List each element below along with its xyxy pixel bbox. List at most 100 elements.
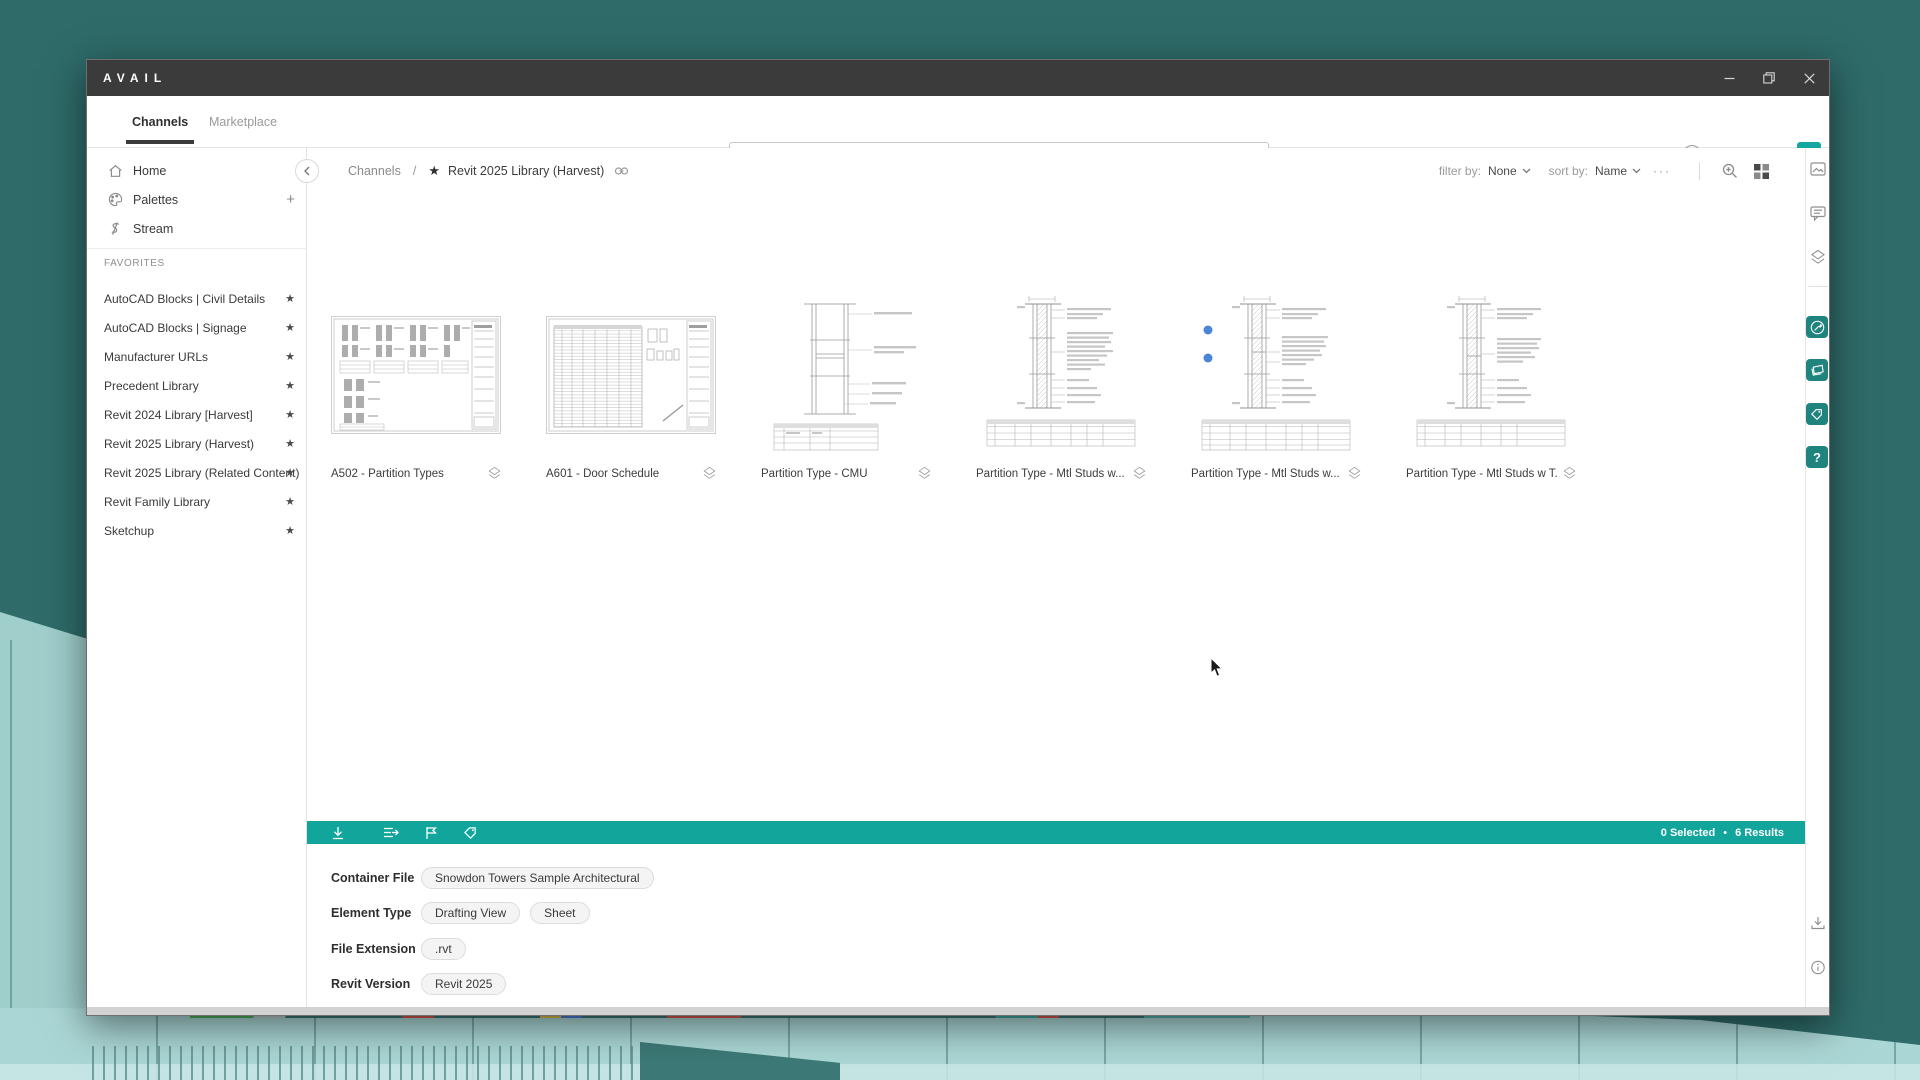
metadata-chip[interactable]: Sheet [530,902,589,924]
star-icon[interactable]: ★ [285,495,295,508]
export-list-button[interactable] [383,826,399,839]
favorite-item[interactable]: Manufacturer URLs ★ [87,342,307,371]
tag-button[interactable] [463,826,478,840]
sidebar: Home Palettes + Stream FAVORITES AutoC [87,148,307,1007]
sidebar-item-label: Home [133,164,166,178]
grid-view-icon [1754,164,1769,179]
stack-icon[interactable] [488,466,501,480]
grid-view-button[interactable] [1754,164,1769,179]
favorite-label: AutoCAD Blocks | Civil Details [104,292,265,306]
asset-card[interactable]: A601 - Door Schedule [546,288,716,498]
more-options-button[interactable]: ··· [1653,164,1671,178]
tags-button[interactable] [1806,403,1828,425]
minimize-icon [1724,73,1735,84]
sidebar-item-label: Stream [133,222,173,236]
plugins-button[interactable] [1806,316,1828,338]
favorite-label: Revit 2025 Library (Harvest) [104,437,254,451]
downloads-button[interactable] [1810,916,1825,930]
tag-icon [463,826,478,840]
layers-icon [1810,249,1826,265]
help-panel-button[interactable]: ? [1806,446,1828,468]
home-icon [107,163,123,179]
star-icon[interactable]: ★ [285,408,295,421]
tab-marketplace[interactable]: Marketplace [209,96,277,147]
minimize-button[interactable] [1709,60,1749,96]
sidebar-item-palettes[interactable]: Palettes + [87,185,307,214]
star-icon[interactable]: ★ [285,437,295,450]
filter-by-value[interactable]: None [1488,164,1517,178]
metadata-chip[interactable]: Revit 2025 [421,973,506,995]
stack-icon[interactable] [1348,466,1361,480]
palette-sender-button[interactable] [1806,359,1828,381]
star-icon[interactable]: ★ [285,524,295,537]
tab-channels[interactable]: Channels [132,96,188,147]
flag-button[interactable] [425,826,437,840]
star-icon[interactable]: ★ [285,292,295,305]
asset-thumbnail [546,316,716,434]
star-icon[interactable]: ★ [285,466,295,479]
chevron-down-icon[interactable] [1522,168,1531,174]
tab-channels-label: Channels [132,115,188,129]
favorite-item[interactable]: Revit 2025 Library (Related Content) ★ [87,458,307,487]
favorite-item[interactable]: Sketchup ★ [87,516,307,545]
copy-link-button[interactable] [614,165,629,177]
favorite-label: Precedent Library [104,379,199,393]
favorite-item[interactable]: Revit Family Library ★ [87,487,307,516]
asset-title: Partition Type - CMU [761,468,913,480]
versions-pane-button[interactable] [1810,249,1826,265]
metadata-label: Container File [331,871,421,885]
star-icon[interactable]: ★ [285,321,295,334]
zoom-in-icon [1722,163,1738,179]
favorite-item[interactable]: AutoCAD Blocks | Signage ★ [87,313,307,342]
restore-button[interactable] [1749,60,1789,96]
download-button[interactable] [331,826,345,840]
restore-icon [1763,72,1775,84]
zoom-thumbnails-button[interactable] [1722,163,1738,179]
stack-icon[interactable] [1133,466,1146,480]
window-titlebar[interactable]: AVAIL [87,60,1829,96]
sort-by-value[interactable]: Name [1595,164,1627,178]
image-icon [1810,162,1826,176]
stack-icon[interactable] [1563,466,1576,480]
asset-card[interactable]: Partition Type - Mtl Studs w... [1191,288,1361,498]
comments-pane-button[interactable] [1810,206,1826,221]
star-icon[interactable]: ★ [285,350,295,363]
stack-icon[interactable] [703,466,716,480]
asset-card[interactable]: Partition Type - Mtl Studs w... [976,288,1146,498]
stack-icon[interactable] [918,466,931,480]
star-icon[interactable]: ★ [285,379,295,392]
results-count: 6 Results [1735,827,1784,839]
asset-card[interactable]: Partition Type - Mtl Studs w T... [1406,288,1576,498]
metadata-chip[interactable]: .rvt [421,938,466,960]
marker-dot [1204,354,1213,363]
view-toolbar: filter by: None sort by: Name ··· [1439,162,1777,180]
star-icon[interactable]: ★ [428,163,440,179]
breadcrumb-channels[interactable]: Channels [348,164,401,178]
favorite-item[interactable]: Revit 2025 Library (Harvest) ★ [87,429,307,458]
asset-thumbnail [1411,292,1571,458]
mouse-cursor [1210,658,1224,683]
chevron-down-icon[interactable] [1632,168,1641,174]
close-button[interactable] [1789,60,1829,96]
favorite-item[interactable]: Revit 2024 Library [Harvest] ★ [87,400,307,429]
asset-card[interactable]: Partition Type - CMU [761,288,931,498]
favorite-item[interactable]: Precedent Library ★ [87,371,307,400]
preview-pane-button[interactable] [1810,162,1826,176]
selection-status: 0 Selected • 6 Results [1661,827,1784,839]
asset-thumbnail [1196,292,1356,458]
favorite-item[interactable]: AutoCAD Blocks | Civil Details ★ [87,284,307,313]
toolbar-divider [1699,162,1700,180]
favorite-label: Sketchup [104,524,154,538]
favorites-heading: FAVORITES [104,258,165,269]
metadata-panel: Container File Snowdon Towers Sample Arc… [307,844,1805,1007]
info-button[interactable] [1810,960,1825,975]
back-button[interactable] [295,159,319,183]
sidebar-item-home[interactable]: Home [87,156,307,185]
add-palette-button[interactable]: + [286,191,295,208]
link-icon [614,165,629,177]
asset-title: A601 - Door Schedule [546,468,698,480]
sidebar-item-stream[interactable]: Stream [87,214,307,243]
metadata-chip[interactable]: Drafting View [421,902,520,924]
asset-card[interactable]: A502 - Partition Types [331,288,501,498]
metadata-chip[interactable]: Snowdon Towers Sample Architectural [421,867,654,889]
